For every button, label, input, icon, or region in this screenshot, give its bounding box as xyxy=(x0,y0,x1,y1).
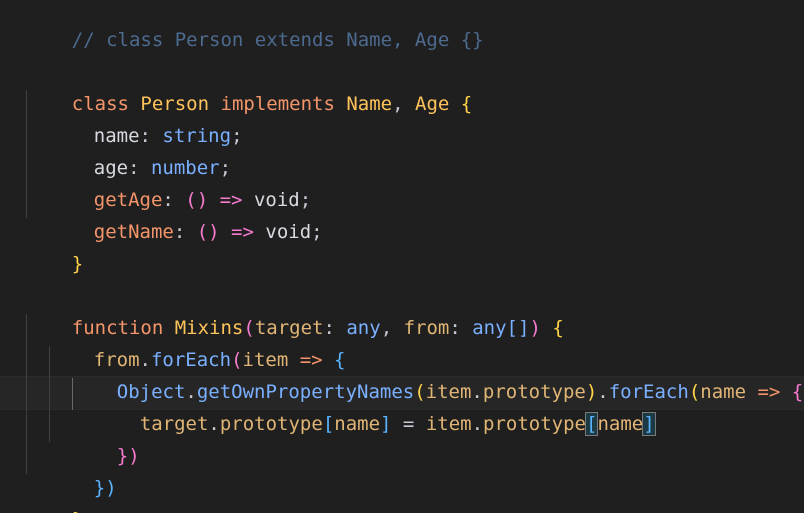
bracket-match: [ xyxy=(584,412,599,436)
brace: { xyxy=(791,381,804,403)
brace: { xyxy=(552,317,564,339)
property-name: prototype xyxy=(483,413,586,435)
arrow: => xyxy=(746,381,792,403)
identifier: target xyxy=(139,413,209,435)
code-line[interactable]: getName: () => void; xyxy=(48,184,323,243)
brace: } xyxy=(71,253,84,275)
type-name: any[] xyxy=(472,317,530,339)
code-line-active[interactable]: target.prototype[name] = item.prototype[… xyxy=(94,376,656,436)
brace: }) xyxy=(116,445,140,467)
punctuation: , xyxy=(392,93,416,115)
code-line[interactable]: age: number; xyxy=(48,120,231,179)
punctuation: . xyxy=(471,413,484,435)
bracket: [ xyxy=(322,413,335,435)
identifier: name xyxy=(597,413,644,435)
interface-name: Age xyxy=(415,93,450,115)
code-editor[interactable]: // class Person extends Name, Age {} cla… xyxy=(0,0,804,513)
property-name: prototype xyxy=(219,413,323,435)
code-line[interactable]: getAge: () => void; xyxy=(48,152,311,211)
code-line[interactable]: name: string; xyxy=(48,88,243,147)
parameter-name: from xyxy=(403,317,450,339)
paren: ( xyxy=(688,381,701,403)
code-line[interactable]: class Person implements Name, Age { xyxy=(26,56,472,115)
bracket-match: ] xyxy=(642,412,656,436)
punctuation: ; xyxy=(231,125,243,147)
code-line[interactable]: } xyxy=(26,216,83,275)
code-line[interactable]: Object.getOwnPropertyNames(item.prototyp… xyxy=(71,344,803,403)
punctuation: ; xyxy=(311,221,323,243)
code-line[interactable]: }) xyxy=(48,440,117,499)
punctuation: , xyxy=(380,317,404,339)
identifier: item xyxy=(425,413,472,435)
brace: }) xyxy=(93,477,117,499)
operator: = xyxy=(391,413,426,435)
identifier: name xyxy=(334,413,381,435)
brace: { xyxy=(460,93,473,115)
parameter-name: name xyxy=(700,381,747,403)
bracket: ] xyxy=(380,413,392,435)
type-name: void xyxy=(265,221,312,243)
punctuation: : xyxy=(449,317,473,339)
brace: } xyxy=(72,509,83,513)
paren: ) xyxy=(529,317,541,339)
code-line[interactable]: }) xyxy=(71,408,140,467)
arrow-function: () => xyxy=(196,221,266,243)
punctuation: : xyxy=(173,221,197,243)
code-comment: // class Person extends Name, Age {} xyxy=(71,29,484,51)
punctuation: . xyxy=(208,413,220,435)
code-line[interactable]: // class Person extends Name, Age {} xyxy=(26,0,484,51)
interface-name: Name xyxy=(346,93,393,115)
property-name: getName xyxy=(93,221,174,243)
type-name: any xyxy=(346,317,381,339)
code-line[interactable]: } xyxy=(26,472,83,513)
code-line[interactable]: function Mixins(target: any, from: any[]… xyxy=(26,280,564,339)
code-line[interactable]: from.forEach(item => { xyxy=(48,312,346,371)
